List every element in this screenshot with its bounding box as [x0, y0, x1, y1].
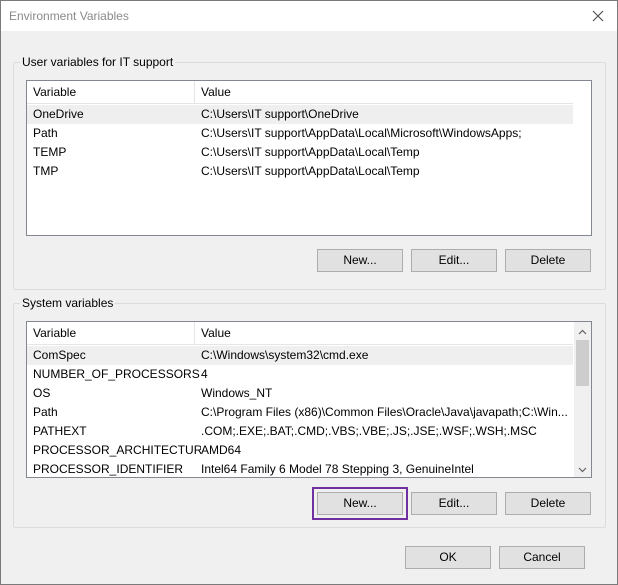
column-header-variable[interactable]: Variable [27, 81, 195, 103]
cancel-button[interactable]: Cancel [499, 546, 585, 569]
table-row[interactable]: TEMP C:\Users\IT support\AppData\Local\Te… [27, 143, 573, 162]
variable-name: PATHEXT [33, 424, 87, 438]
system-list-scrollbar[interactable] [574, 322, 591, 477]
chevron-down-icon [578, 462, 587, 476]
system-variables-list[interactable]: Variable Value ComSpec C:\Windows\system3… [26, 321, 592, 478]
window-title: Environment Variables [9, 9, 129, 23]
variable-value: C:\Users\IT support\AppData\Local\Temp [201, 145, 420, 159]
table-row[interactable]: OneDrive C:\Users\IT support\OneDrive [27, 105, 573, 124]
scroll-up-button[interactable] [574, 322, 591, 339]
column-header-value[interactable]: Value [195, 81, 573, 103]
system-rows: ComSpec C:\Windows\system32\cmd.exe NUMBER… [27, 346, 573, 477]
variable-value: Intel64 Family 6 Model 78 Stepping 3, Ge… [201, 462, 474, 476]
close-button[interactable] [585, 5, 611, 27]
list-header: Variable Value [27, 322, 573, 345]
variable-value: C:\Users\IT support\OneDrive [201, 107, 359, 121]
table-row[interactable]: PROCESSOR_IDENTIFIER Intel64 Family 6 Mod… [27, 460, 573, 477]
variable-value: .COM;.EXE;.BAT;.CMD;.VBS;.VBE;.JS;.JSE;.… [201, 424, 537, 438]
column-header-value[interactable]: Value [195, 322, 573, 344]
system-new-button[interactable]: New... [312, 487, 408, 520]
scroll-thumb[interactable] [576, 340, 589, 386]
system-variables-label: System variables [20, 296, 116, 310]
table-row[interactable]: NUMBER_OF_PROCESSORS 4 [27, 365, 573, 384]
table-row[interactable]: PROCESSOR_ARCHITECTURE AMD64 [27, 441, 573, 460]
system-delete-button[interactable]: Delete [505, 492, 591, 515]
user-variables-group: User variables for IT support Variable V… [13, 55, 606, 290]
variable-name: OS [33, 386, 51, 400]
user-new-button[interactable]: New... [317, 249, 403, 272]
variable-value: C:\Users\IT support\AppData\Local\Temp [201, 164, 420, 178]
variable-value: AMD64 [201, 443, 242, 457]
ok-button[interactable]: OK [405, 546, 491, 569]
variable-name: OneDrive [33, 107, 84, 121]
column-header-variable[interactable]: Variable [27, 322, 195, 344]
variable-value: 4 [201, 367, 208, 381]
user-rows: OneDrive C:\Users\IT support\OneDrive Path… [27, 105, 573, 181]
table-row[interactable]: OS Windows_NT [27, 384, 573, 403]
system-variables-group: System variables Variable Value ComSpec C… [13, 296, 606, 528]
chevron-up-icon [578, 324, 587, 338]
variable-name: TEMP [33, 145, 67, 159]
environment-variables-dialog: Environment Variables User variables for… [0, 0, 618, 585]
user-variables-label: User variables for IT support [20, 55, 176, 69]
table-row[interactable]: PATHEXT .COM;.EXE;.BAT;.CMD;.VBS;.VBE;.JS… [27, 422, 573, 441]
variable-name: Path [33, 405, 58, 419]
table-row[interactable]: TMP C:\Users\IT support\AppData\Local\Tem… [27, 162, 573, 181]
system-edit-button[interactable]: Edit... [411, 492, 497, 515]
variable-name: Path [33, 126, 58, 140]
variable-name: ComSpec [33, 348, 86, 362]
table-row[interactable]: Path C:\Program Files (x86)\Common Files\… [27, 403, 573, 422]
table-row[interactable]: Path C:\Users\IT support\AppData\Local\Mi… [27, 124, 573, 143]
user-edit-button[interactable]: Edit... [411, 249, 497, 272]
variable-name: NUMBER_OF_PROCESSORS [33, 367, 200, 381]
variable-name: TMP [33, 164, 59, 178]
title-bar: Environment Variables [1, 1, 617, 31]
variable-name: PROCESSOR_IDENTIFIER [33, 462, 184, 476]
list-header: Variable Value [27, 81, 573, 104]
variable-name: PROCESSOR_ARCHITECTURE [33, 443, 201, 457]
variable-value: C:\Windows\system32\cmd.exe [201, 348, 369, 362]
scroll-down-button[interactable] [574, 460, 591, 477]
user-variables-list[interactable]: Variable Value OneDrive C:\Users\IT suppo… [26, 80, 592, 236]
variable-value: C:\Program Files (x86)\Common Files\Orac… [201, 405, 568, 419]
close-icon [592, 10, 604, 22]
user-delete-button[interactable]: Delete [505, 249, 591, 272]
table-row[interactable]: ComSpec C:\Windows\system32\cmd.exe [27, 346, 573, 365]
variable-value: Windows_NT [201, 386, 273, 400]
variable-value: C:\Users\IT support\AppData\Local\Micros… [201, 126, 522, 140]
